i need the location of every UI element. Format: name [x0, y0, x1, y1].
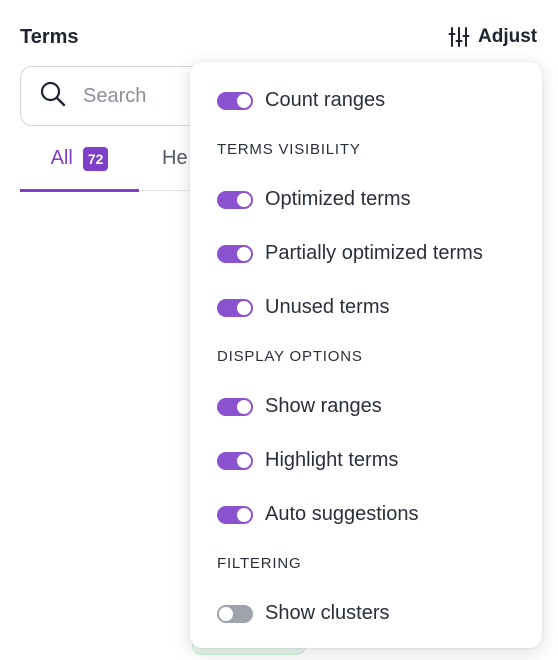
toggle-switch[interactable]	[217, 604, 253, 623]
tab-all-label: All	[50, 147, 73, 169]
toggle-auto-suggestions[interactable]: Auto suggestions	[217, 503, 418, 526]
toggle-switch[interactable]	[217, 505, 253, 524]
toggle-optimized-terms[interactable]: Optimized terms	[217, 188, 411, 211]
toggle-label: Count ranges	[265, 89, 386, 111]
toggle-label: Show clusters	[265, 602, 390, 624]
toggle-highlight-terms[interactable]: Highlight terms	[217, 449, 398, 472]
toggle-unused-terms[interactable]: Unused terms	[217, 296, 390, 319]
adjust-dropdown: Count ranges TERMS VISIBILITY Optimized …	[190, 62, 542, 648]
section-filtering: FILTERING	[217, 555, 302, 572]
toggle-label: Auto suggestions	[265, 503, 419, 525]
toggle-label: Show ranges	[265, 395, 382, 417]
tab-all[interactable]: All 72	[20, 144, 139, 192]
toggle-switch[interactable]	[217, 91, 253, 110]
sliders-icon	[448, 26, 470, 48]
search-icon	[39, 80, 67, 113]
toggle-switch[interactable]	[217, 397, 253, 416]
toggle-label: Optimized terms	[265, 188, 411, 210]
panel-title: Terms	[20, 26, 79, 48]
toggle-switch[interactable]	[217, 190, 253, 209]
toggle-switch[interactable]	[217, 451, 253, 470]
toggle-label: Highlight terms	[265, 449, 399, 471]
adjust-label: Adjust	[478, 26, 538, 47]
toggle-switch[interactable]	[217, 244, 253, 263]
terms-panel: Terms Adjust Al	[0, 0, 558, 660]
toggle-partially-optimized-terms[interactable]: Partially optimized terms	[217, 242, 483, 265]
toggle-label: Unused terms	[265, 296, 390, 318]
tab-count-badge: 72	[82, 147, 109, 171]
toggle-count-ranges[interactable]: Count ranges	[217, 89, 385, 112]
toggle-show-clusters[interactable]: Show clusters	[217, 602, 390, 625]
tab-second[interactable]: He	[162, 147, 188, 170]
toggle-switch[interactable]	[217, 298, 253, 317]
toggle-label: Partially optimized terms	[265, 242, 483, 264]
toggle-show-ranges[interactable]: Show ranges	[217, 395, 382, 418]
section-terms-visibility: TERMS VISIBILITY	[217, 141, 361, 158]
section-display-options: DISPLAY OPTIONS	[217, 348, 363, 365]
adjust-button[interactable]: Adjust	[448, 26, 537, 48]
